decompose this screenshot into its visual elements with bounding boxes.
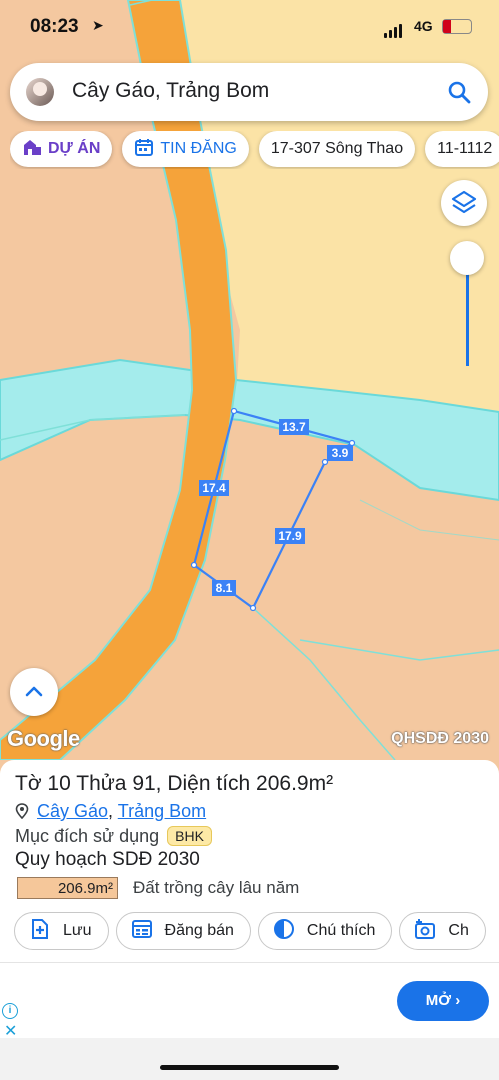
purpose-label: Mục đích sử dụng	[15, 826, 160, 846]
commune-link[interactable]: Cây Gáo	[37, 801, 108, 821]
chip-row: DỰ ÁN TIN ĐĂNG 17-307 Sông Thao 11-1112	[10, 131, 499, 169]
home-indicator-area	[0, 1038, 499, 1080]
status-bar: 08:23 ➤ 4G	[0, 0, 499, 50]
chevron-up-icon	[25, 686, 43, 697]
avatar[interactable]	[26, 78, 54, 106]
post-sale-button[interactable]: Đăng bán	[115, 912, 251, 950]
status-time: 08:23	[30, 16, 79, 37]
legend-button[interactable]: Chú thích	[257, 912, 393, 950]
photo-button-label: Ch	[448, 922, 469, 939]
layers-icon	[451, 190, 477, 214]
ad-open-button[interactable]: MỞ ›	[397, 981, 489, 1021]
edge-label-8-1: 8.1	[216, 581, 233, 595]
location-separator: ,	[108, 801, 114, 821]
battery-icon	[442, 19, 472, 34]
chip-du-an[interactable]: DỰ ÁN	[10, 131, 113, 167]
chip-parcel-17-307-label: 17-307 Sông Thao	[270, 140, 404, 157]
chevron-right-icon: ›	[455, 992, 461, 1009]
legend-button-label: Chú thích	[306, 922, 376, 939]
district-link[interactable]: Trảng Bom	[118, 801, 206, 821]
location-arrow-icon: ➤	[92, 17, 104, 33]
parcel-location: Cây Gáo, Trảng Bom	[15, 801, 206, 822]
ad-banner: i ✕ MỞ ›	[0, 962, 499, 1040]
search-query[interactable]: Cây Gáo, Trảng Bom	[72, 79, 269, 103]
edge-label-13-7: 13.7	[282, 420, 306, 434]
edge-label-3-9: 3.9	[332, 446, 349, 460]
plan-land-type: Đất trồng cây lâu năm	[133, 878, 300, 897]
collapse-button[interactable]	[10, 668, 58, 716]
photo-button[interactable]: Ch	[399, 912, 486, 950]
parcel-title: Tờ 10 Thửa 91, Diện tích 206.9m²	[15, 772, 334, 795]
chip-du-an-label: DỰ ÁN	[48, 140, 101, 157]
search-bar[interactable]: Cây Gáo, Trảng Bom	[10, 63, 488, 121]
listing-icon	[131, 919, 152, 938]
opacity-slider-handle[interactable]	[450, 241, 484, 275]
search-icon[interactable]	[446, 79, 472, 105]
save-button[interactable]: Lưu	[14, 912, 109, 950]
building-icon	[24, 139, 41, 155]
contrast-icon	[273, 918, 294, 939]
chip-parcel-11-1112[interactable]: 11-1112	[425, 131, 499, 167]
google-logo: Google	[7, 726, 80, 751]
home-indicator[interactable]	[160, 1065, 339, 1070]
plan-area-swatch: 206.9m²	[17, 877, 118, 899]
save-button-label: Lưu	[63, 922, 92, 939]
plan-heading: Quy hoạch SDĐ 2030	[15, 849, 200, 870]
chip-parcel-11-1112-label: 11-1112	[437, 140, 493, 157]
ad-open-label: MỞ	[425, 992, 452, 1009]
calendar-icon	[135, 138, 154, 156]
land-use-purpose: Mục đích sử dụng BHK	[15, 826, 212, 847]
action-row: Lưu Đăng bán Chú thích Ch	[14, 912, 499, 952]
add-document-icon	[32, 918, 48, 939]
chip-tin-dang[interactable]: TIN ĐĂNG	[122, 131, 249, 167]
layers-button[interactable]	[441, 180, 487, 226]
post-sale-button-label: Đăng bán	[164, 922, 234, 939]
add-photo-icon	[415, 918, 436, 939]
ad-info-icon[interactable]: i	[2, 1003, 18, 1019]
signal-icon	[384, 20, 404, 38]
chip-parcel-17-307[interactable]: 17-307 Sông Thao	[258, 131, 416, 167]
network-type: 4G	[414, 18, 433, 34]
edge-label-17-9: 17.9	[278, 529, 302, 543]
layer-name-label: QHSDĐ 2030	[391, 730, 489, 747]
location-pin-icon	[15, 803, 29, 819]
purpose-code-badge: BHK	[167, 826, 212, 846]
parcel-info-sheet: Tờ 10 Thửa 91, Diện tích 206.9m² Cây Gáo…	[0, 760, 499, 970]
edge-label-17-4: 17.4	[202, 481, 226, 495]
chip-tin-dang-label: TIN ĐĂNG	[160, 140, 237, 157]
